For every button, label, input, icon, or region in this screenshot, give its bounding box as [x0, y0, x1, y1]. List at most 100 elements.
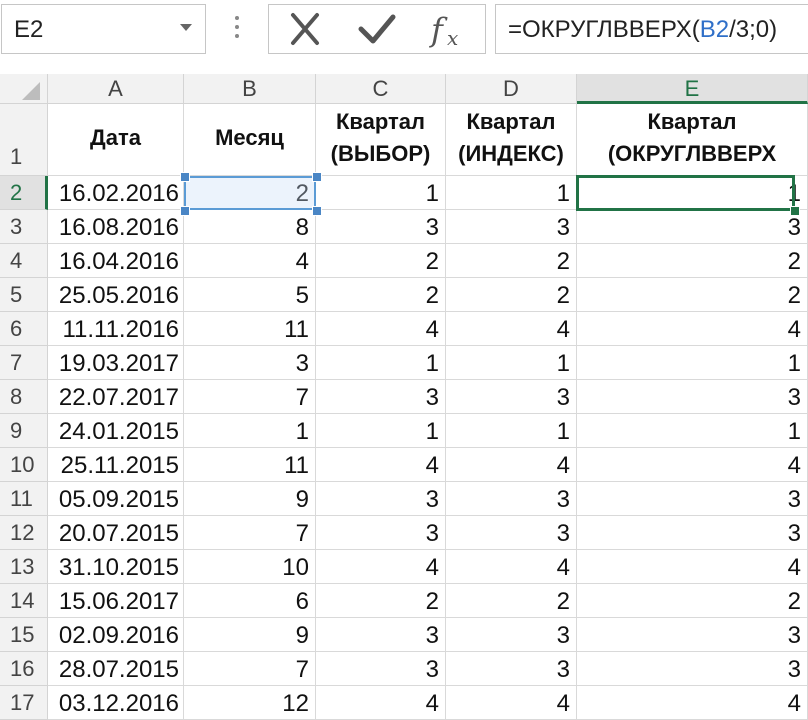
cell-d5[interactable]: 2: [446, 278, 577, 312]
cell-e15[interactable]: 3: [577, 618, 808, 652]
row-header-8[interactable]: 8: [0, 380, 48, 414]
reference-resize-handle[interactable]: [312, 206, 322, 216]
cell-c3[interactable]: 3: [316, 210, 446, 244]
cell-c15[interactable]: 3: [316, 618, 446, 652]
cell-e10[interactable]: 4: [577, 448, 808, 482]
cell-a10[interactable]: 25.11.2015: [48, 448, 184, 482]
cell-d8[interactable]: 3: [446, 380, 577, 414]
cell-b16[interactable]: 7: [184, 652, 316, 686]
row-header-13[interactable]: 13: [0, 550, 48, 584]
insert-function-icon[interactable]: f x: [419, 5, 479, 53]
cell-a8[interactable]: 22.07.2017: [48, 380, 184, 414]
row-header-11[interactable]: 11: [0, 482, 48, 516]
cell-a16[interactable]: 28.07.2015: [48, 652, 184, 686]
cell-e5[interactable]: 2: [577, 278, 808, 312]
cell-a15[interactable]: 02.09.2016: [48, 618, 184, 652]
cell-c6[interactable]: 4: [316, 312, 446, 346]
more-options-icon[interactable]: [229, 12, 245, 42]
header-cell-d[interactable]: Квартал (ИНДЕКС): [446, 104, 577, 176]
cell-d9[interactable]: 1: [446, 414, 577, 448]
cell-b5[interactable]: 5: [184, 278, 316, 312]
cell-b3[interactable]: 8: [184, 210, 316, 244]
cell-c9[interactable]: 1: [316, 414, 446, 448]
reference-resize-handle[interactable]: [180, 206, 190, 216]
cell-b9[interactable]: 1: [184, 414, 316, 448]
row-header-15[interactable]: 15: [0, 618, 48, 652]
cell-a9[interactable]: 24.01.2015: [48, 414, 184, 448]
cell-d17[interactable]: 4: [446, 686, 577, 720]
cell-a12[interactable]: 20.07.2015: [48, 516, 184, 550]
cell-d2[interactable]: 1: [446, 176, 577, 210]
cell-b10[interactable]: 11: [184, 448, 316, 482]
cell-b6[interactable]: 11: [184, 312, 316, 346]
cell-d6[interactable]: 4: [446, 312, 577, 346]
column-header-d[interactable]: D: [446, 74, 577, 104]
cell-e12[interactable]: 3: [577, 516, 808, 550]
row-header-2[interactable]: 2: [0, 176, 48, 210]
column-header-e[interactable]: E: [577, 74, 808, 104]
cell-e17[interactable]: 4: [577, 686, 808, 720]
cell-d15[interactable]: 3: [446, 618, 577, 652]
cell-b8[interactable]: 7: [184, 380, 316, 414]
cell-c8[interactable]: 3: [316, 380, 446, 414]
row-header-14[interactable]: 14: [0, 584, 48, 618]
enter-check-icon[interactable]: [347, 5, 407, 53]
reference-resize-handle[interactable]: [312, 172, 322, 182]
cell-a5[interactable]: 25.05.2016: [48, 278, 184, 312]
header-cell-b[interactable]: Месяц: [184, 104, 316, 176]
cell-c12[interactable]: 3: [316, 516, 446, 550]
cell-b14[interactable]: 6: [184, 584, 316, 618]
cell-a11[interactable]: 05.09.2015: [48, 482, 184, 516]
cell-a3[interactable]: 16.08.2016: [48, 210, 184, 244]
row-header-4[interactable]: 4: [0, 244, 48, 278]
fill-handle[interactable]: [790, 206, 800, 216]
cell-e11[interactable]: 3: [577, 482, 808, 516]
row-header-9[interactable]: 9: [0, 414, 48, 448]
cell-d3[interactable]: 3: [446, 210, 577, 244]
cell-b4[interactable]: 4: [184, 244, 316, 278]
cell-e8[interactable]: 3: [577, 380, 808, 414]
cell-d12[interactable]: 3: [446, 516, 577, 550]
cell-d14[interactable]: 2: [446, 584, 577, 618]
column-header-b[interactable]: B: [184, 74, 316, 104]
row-header-10[interactable]: 10: [0, 448, 48, 482]
cell-c4[interactable]: 2: [316, 244, 446, 278]
chevron-down-icon[interactable]: [179, 23, 193, 33]
column-header-a[interactable]: A: [48, 74, 184, 104]
cell-e16[interactable]: 3: [577, 652, 808, 686]
cell-e7[interactable]: 1: [577, 346, 808, 380]
cell-d7[interactable]: 1: [446, 346, 577, 380]
cell-d13[interactable]: 4: [446, 550, 577, 584]
cell-e13[interactable]: 4: [577, 550, 808, 584]
cell-b17[interactable]: 12: [184, 686, 316, 720]
cell-a7[interactable]: 19.03.2017: [48, 346, 184, 380]
row-header-5[interactable]: 5: [0, 278, 48, 312]
header-cell-c[interactable]: Квартал (ВЫБОР): [316, 104, 446, 176]
cell-e14[interactable]: 2: [577, 584, 808, 618]
row-header-1[interactable]: 1: [0, 104, 48, 176]
row-header-12[interactable]: 12: [0, 516, 48, 550]
cell-d11[interactable]: 3: [446, 482, 577, 516]
row-header-7[interactable]: 7: [0, 346, 48, 380]
cell-d4[interactable]: 2: [446, 244, 577, 278]
name-box[interactable]: E2: [1, 4, 206, 54]
reference-resize-handle[interactable]: [180, 172, 190, 182]
cell-b13[interactable]: 10: [184, 550, 316, 584]
cell-c10[interactable]: 4: [316, 448, 446, 482]
cell-d16[interactable]: 3: [446, 652, 577, 686]
cell-a6[interactable]: 11.11.2016: [48, 312, 184, 346]
cell-b12[interactable]: 7: [184, 516, 316, 550]
row-header-16[interactable]: 16: [0, 652, 48, 686]
row-header-17[interactable]: 17: [0, 686, 48, 720]
cell-c14[interactable]: 2: [316, 584, 446, 618]
row-header-6[interactable]: 6: [0, 312, 48, 346]
cell-b15[interactable]: 9: [184, 618, 316, 652]
cell-e3[interactable]: 3: [577, 210, 808, 244]
cell-c16[interactable]: 3: [316, 652, 446, 686]
cell-a13[interactable]: 31.10.2015: [48, 550, 184, 584]
cell-c13[interactable]: 4: [316, 550, 446, 584]
cell-b11[interactable]: 9: [184, 482, 316, 516]
cell-e6[interactable]: 4: [577, 312, 808, 346]
cell-c11[interactable]: 3: [316, 482, 446, 516]
cell-a2[interactable]: 16.02.2016: [48, 176, 184, 210]
